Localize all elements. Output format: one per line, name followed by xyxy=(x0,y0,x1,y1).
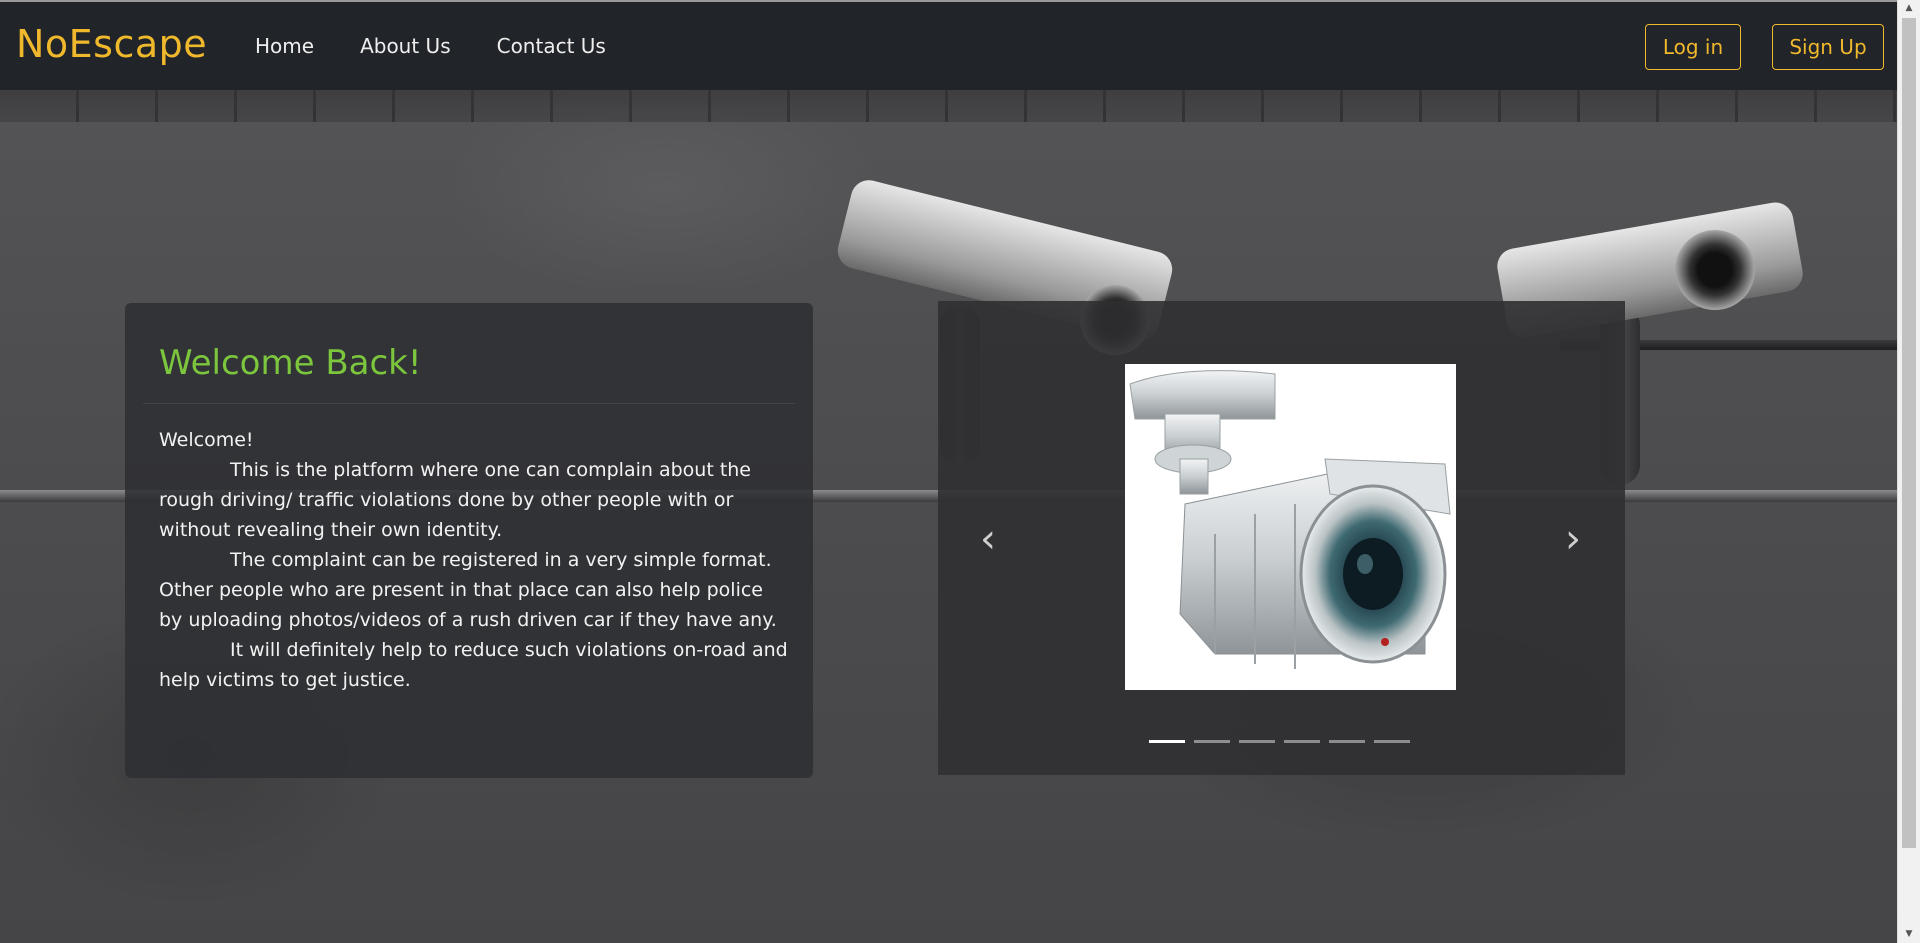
nav-links: Home About Us Contact Us xyxy=(255,34,606,58)
welcome-greeting: Welcome! xyxy=(159,429,254,451)
nav-link-contact-us[interactable]: Contact Us xyxy=(497,34,606,58)
welcome-paragraph-2: The complaint can be registered in a ver… xyxy=(159,549,777,631)
nav-link-home[interactable]: Home xyxy=(255,34,314,58)
scrollbar-thumb[interactable] xyxy=(1902,18,1916,848)
image-carousel: ‹ › xyxy=(938,301,1625,775)
background-bricks xyxy=(0,90,1898,122)
page-scrollbar[interactable]: ▲ ▼ xyxy=(1897,0,1920,943)
welcome-card: Welcome Back! Welcome! This is the platf… xyxy=(125,303,813,778)
welcome-divider xyxy=(143,403,795,404)
welcome-paragraph-3: It will definitely help to reduce such v… xyxy=(159,639,788,691)
nav-link-about-us[interactable]: About Us xyxy=(360,34,451,58)
carousel-indicator[interactable] xyxy=(1374,740,1410,743)
top-navbar: NoEscape Home About Us Contact Us Log in… xyxy=(0,0,1898,90)
welcome-paragraph-1: This is the platform where one can compl… xyxy=(159,459,751,541)
carousel-indicator[interactable] xyxy=(1194,740,1230,743)
carousel-indicators xyxy=(1149,740,1410,743)
signup-button[interactable]: Sign Up xyxy=(1772,24,1884,70)
cctv-camera-image xyxy=(1125,364,1456,690)
scroll-down-icon[interactable]: ▼ xyxy=(1898,926,1920,943)
login-button[interactable]: Log in xyxy=(1645,24,1741,70)
carousel-indicator[interactable] xyxy=(1239,740,1275,743)
chevron-left-icon: ‹ xyxy=(980,516,996,562)
welcome-title: Welcome Back! xyxy=(159,343,422,383)
carousel-indicator[interactable] xyxy=(1329,740,1365,743)
carousel-indicator[interactable] xyxy=(1284,740,1320,743)
scroll-up-icon[interactable]: ▲ xyxy=(1898,0,1920,17)
brand-logo[interactable]: NoEscape xyxy=(16,22,207,66)
carousel-indicator[interactable] xyxy=(1149,740,1185,743)
chevron-right-icon: › xyxy=(1565,516,1581,562)
carousel-prev-button[interactable]: ‹ xyxy=(968,519,1008,559)
carousel-next-button[interactable]: › xyxy=(1553,519,1593,559)
welcome-body: Welcome! This is the platform where one … xyxy=(159,425,789,695)
